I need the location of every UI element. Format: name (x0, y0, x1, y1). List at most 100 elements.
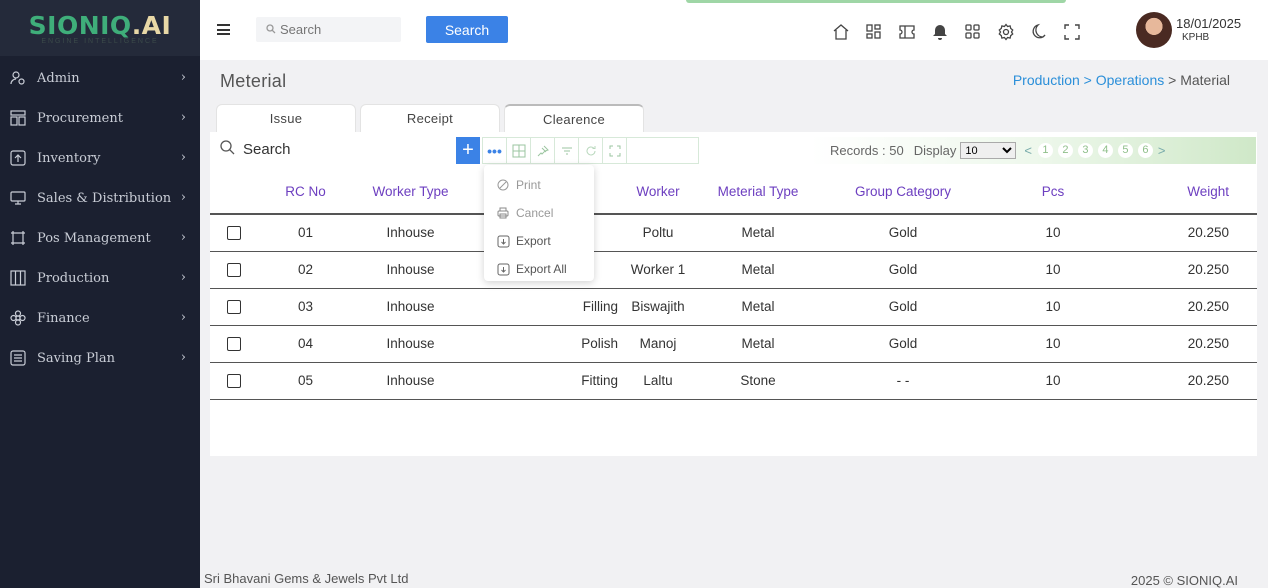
apps-grid-icon[interactable] (865, 23, 885, 43)
cell-worker: Manoj (618, 325, 698, 363)
menu-item-print[interactable]: Print (484, 171, 594, 199)
table-row[interactable]: 03 Inhouse Filling Biswajith Metal Gold … (210, 288, 1257, 326)
row-checkbox[interactable] (227, 337, 241, 352)
upload-box-icon (10, 150, 26, 166)
top-search-button[interactable]: Search (426, 16, 508, 43)
add-button[interactable]: + (456, 137, 480, 164)
page-link[interactable]: 4 (1097, 143, 1113, 158)
display-select[interactable]: 10 (960, 142, 1017, 159)
menu-item-export-all[interactable]: Export All (484, 255, 594, 283)
flower-icon (10, 310, 26, 326)
header-group-category[interactable]: Group Category (818, 170, 988, 215)
top-header: Search 18/01/2025 KPHB (200, 0, 1268, 60)
header-rc-no[interactable]: RC No (258, 170, 353, 215)
dashboard-icon[interactable] (964, 23, 984, 43)
cell-pcs: 10 (988, 288, 1118, 326)
logo-subtitle: ENGINE INTELLIGENCE (41, 38, 159, 45)
breadcrumb-current: Material (1180, 72, 1230, 88)
avatar[interactable] (1136, 12, 1172, 48)
page-link[interactable]: 2 (1057, 143, 1073, 158)
cell-weight: 20.250 (1118, 362, 1257, 400)
row-select-cell (210, 288, 258, 326)
page-link[interactable]: 1 (1037, 143, 1053, 158)
cell-group-category: Gold (818, 214, 988, 252)
filter-icon[interactable] (555, 138, 579, 163)
sidebar-item-finance[interactable]: Finance › (0, 298, 200, 338)
sidebar-item-label: Saving Plan (37, 350, 116, 366)
settings-icon[interactable] (997, 23, 1017, 43)
menu-icon[interactable] (217, 24, 230, 35)
chevron-right-icon: › (180, 190, 186, 205)
logo[interactable]: SIONIQ.AI ENGINE INTELLIGENCE (0, 0, 200, 56)
tab-receipt[interactable]: Receipt (360, 104, 500, 132)
ticket-icon[interactable] (898, 23, 918, 43)
table-row[interactable]: 04 Inhouse Polish Manoj Metal Gold 10 20… (210, 325, 1257, 363)
top-search-box[interactable] (256, 17, 401, 42)
pagination-bar: Records : 50 Display 10 < 1 2 3 4 5 6 > (810, 137, 1256, 164)
cell-group-category: - - (818, 362, 988, 400)
cell-group-category: Gold (818, 325, 988, 363)
moon-icon[interactable] (1030, 23, 1050, 43)
breadcrumb-production[interactable]: Production (1013, 72, 1080, 88)
footer: Sri Bhavani Gems & Jewels Pvt Ltd 2025 ©… (200, 566, 1268, 588)
cell-process: Fitting (468, 362, 618, 400)
cell-rc-no: 03 (258, 288, 353, 326)
sidebar-item-procurement[interactable]: Procurement › (0, 98, 200, 138)
home-icon[interactable] (832, 23, 852, 43)
row-checkbox[interactable] (227, 374, 241, 389)
breadcrumb-operations[interactable]: Operations (1096, 72, 1164, 88)
column-view-icon[interactable] (507, 138, 531, 163)
sidebar-item-saving-plan[interactable]: Saving Plan › (0, 338, 200, 378)
page-link[interactable]: 3 (1077, 143, 1093, 158)
table-row[interactable]: 01 Inhouse Poltu Metal Gold 10 20.250 (210, 214, 1257, 252)
row-select-cell (210, 325, 258, 363)
records-count: Records : 50 (830, 143, 904, 158)
bell-icon[interactable] (931, 23, 951, 43)
toolbar-tools: ••• (482, 137, 699, 164)
cell-rc-no: 01 (258, 214, 353, 252)
table-card: + ••• Records : 50 Display 10 < 1 2 3 4 … (210, 132, 1257, 456)
sidebar-item-production[interactable]: Production › (0, 258, 200, 298)
header-worker[interactable]: Worker (618, 170, 698, 215)
breadcrumb-separator: > (1164, 72, 1181, 88)
table-search-input[interactable] (243, 141, 353, 158)
breadcrumb-separator: > (1079, 72, 1096, 88)
next-page-icon[interactable]: > (1158, 143, 1166, 158)
tab-clearence[interactable]: Clearence (504, 104, 644, 132)
table-header-row: RC No Worker Type Worker Meterial Type G… (210, 170, 1257, 215)
prev-page-icon[interactable]: < (1024, 143, 1032, 158)
expand-icon[interactable] (603, 138, 627, 163)
header-material-type[interactable]: Meterial Type (698, 170, 818, 215)
table-row[interactable]: 02 Inhouse Worker 1 Metal Gold 10 20.250 (210, 251, 1257, 289)
row-select-cell (210, 214, 258, 252)
cell-group-category: Gold (818, 251, 988, 289)
sidebar-item-pos-management[interactable]: Pos Management › (0, 218, 200, 258)
top-search-input[interactable] (280, 22, 390, 37)
pin-icon[interactable] (531, 138, 555, 163)
cell-pcs: 10 (988, 325, 1118, 363)
monitor-icon (10, 190, 26, 206)
page-link[interactable]: 5 (1117, 143, 1133, 158)
sidebar-item-admin[interactable]: Admin › (0, 58, 200, 98)
more-options-icon[interactable]: ••• (483, 138, 507, 163)
cell-worker: Poltu (618, 214, 698, 252)
fullscreen-icon[interactable] (1063, 23, 1083, 43)
refresh-icon[interactable] (579, 138, 603, 163)
cell-pcs: 10 (988, 214, 1118, 252)
row-checkbox[interactable] (227, 263, 241, 278)
table-search[interactable] (220, 140, 370, 159)
header-weight[interactable]: Weight (1118, 170, 1257, 215)
menu-item-cancel[interactable]: Cancel (484, 199, 594, 227)
page-link[interactable]: 6 (1137, 143, 1153, 158)
header-worker-type[interactable]: Worker Type (353, 170, 468, 215)
row-checkbox[interactable] (227, 226, 241, 241)
header-pcs[interactable]: Pcs (988, 170, 1118, 215)
sidebar-item-inventory[interactable]: Inventory › (0, 138, 200, 178)
header-date: 18/01/2025 (1176, 16, 1242, 31)
menu-item-export[interactable]: Export (484, 227, 594, 255)
sidebar-item-sales-distribution[interactable]: Sales & Distribution › (0, 178, 200, 218)
cell-rc-no: 04 (258, 325, 353, 363)
row-checkbox[interactable] (227, 300, 241, 315)
table-row[interactable]: 05 Inhouse Fitting Laltu Stone - - 10 20… (210, 362, 1257, 400)
tab-issue[interactable]: Issue (216, 104, 356, 132)
